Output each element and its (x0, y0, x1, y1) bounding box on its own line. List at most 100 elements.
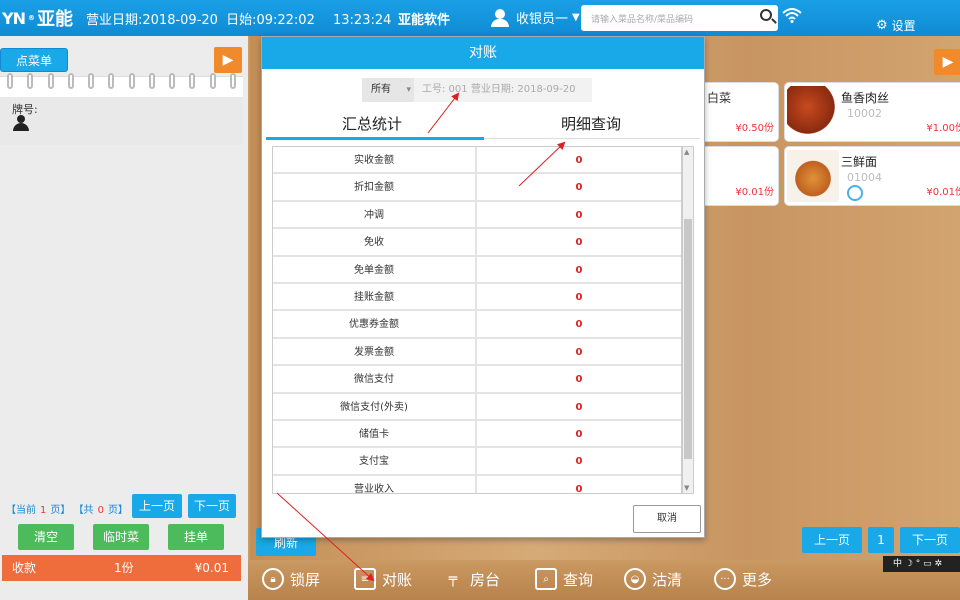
room-button[interactable]: ╤ 房台 (442, 568, 500, 590)
prev-page-button[interactable]: 上一页 (802, 527, 862, 553)
pager-total-prefix: 【共 (73, 505, 94, 516)
dish-price: ¥1.00份 (926, 123, 960, 134)
pager-info: 【当前 1 页】 【共 0 页】 (6, 501, 128, 516)
clock: 13:23:24 (333, 13, 392, 28)
bottom-toolbar: 🔒︎ 锁屏 ≡ 对账 ╤ 房台 ⌕ 查询 ◒ 沽清 ··· 更多 (248, 562, 960, 600)
more-label: 更多 (742, 570, 773, 589)
pager-total-unit: 页】 (107, 505, 128, 516)
order-menu-button[interactable]: 点菜单 (0, 48, 68, 72)
prev-page-button[interactable]: 上一页 (132, 494, 182, 518)
tab-summary[interactable]: 汇总统计 (342, 113, 402, 134)
dish-price: ¥0.01份 (926, 187, 960, 198)
dish-price: ¥0.50份 (735, 123, 774, 134)
ring-icon (128, 73, 135, 89)
hang-order-button[interactable]: 挂单 (168, 524, 224, 550)
dish-card[interactable]: 鱼香肉丝 10002 ¥1.00份 (784, 82, 960, 142)
row-value: 0 (575, 209, 583, 221)
search-placeholder: 请输入菜品名称/菜品编码 (591, 15, 694, 25)
row-value: 0 (575, 182, 583, 194)
table-row: 营业收入 0 (273, 475, 681, 493)
ring-icon (7, 73, 14, 89)
row-value: 0 (575, 401, 583, 413)
ring-icon (88, 73, 95, 89)
dish-cover-icon: ◒ (624, 568, 646, 590)
dish-name: 三鲜面 (841, 155, 878, 169)
collect-payment-button[interactable]: 收款 1份 ¥0.01 (2, 555, 241, 581)
row-value: 0 (575, 374, 583, 386)
ring-icon (47, 73, 54, 89)
app-logo: YN ® 亚能 (2, 5, 73, 31)
next-page-button[interactable]: 下一页 (900, 527, 960, 553)
wifi-icon (782, 7, 802, 27)
ring-icon (209, 73, 216, 89)
more-icon: ··· (714, 568, 736, 590)
row-value: 0 (575, 291, 583, 303)
dish-card[interactable]: 白菜 ¥0.50份 (705, 82, 779, 142)
expand-arrow-icon[interactable]: ▶ (214, 47, 242, 73)
search-icon[interactable] (760, 9, 772, 21)
table-row: 折扣金额 0 (273, 174, 681, 202)
collect-qty: 1份 (114, 561, 134, 575)
temp-dish-button[interactable]: 临时菜 (93, 524, 149, 550)
reconcile-dialog: 对账 所有 工号: 001 营业日期: 2018-09-20 汇总统计 明细查询… (261, 36, 705, 538)
pager-total: 0 (97, 505, 104, 516)
dish-image (787, 86, 839, 138)
row-label: 营业收入 (273, 475, 477, 493)
sold-out-button[interactable]: ◒ 沽清 (624, 568, 682, 590)
ring-icon (108, 73, 115, 89)
row-label: 免收 (273, 229, 477, 255)
scroll-down-icon[interactable]: ▼ (684, 484, 689, 492)
start-time: 日始:09:22:02 (226, 13, 315, 28)
table-row: 实收金额 0 (273, 147, 681, 175)
logo-text: 亚能 (36, 9, 73, 30)
table-row: 微信支付 0 (273, 366, 681, 394)
table-row: 发票金额 0 (273, 338, 681, 367)
expand-arrow-icon[interactable]: ▶ (934, 49, 960, 75)
reconcile-label: 对账 (382, 570, 413, 589)
table-row: 优惠券金额 0 (273, 311, 681, 339)
pager-current: 1 (40, 505, 47, 516)
clear-button[interactable]: 清空 (18, 524, 74, 550)
person-icon (13, 115, 29, 131)
row-label: 微信支付 (273, 366, 477, 392)
scroll-thumb[interactable] (684, 219, 692, 459)
active-tab-indicator (266, 137, 484, 140)
table-row: 挂账金额 0 (273, 283, 681, 312)
more-button[interactable]: ··· 更多 (714, 568, 772, 590)
row-value: 0 (575, 428, 583, 440)
cancel-button[interactable]: 取消 (633, 505, 701, 533)
user-icon (490, 8, 510, 27)
search-input[interactable]: 请输入菜品名称/菜品编码 (581, 5, 778, 31)
scope-select[interactable]: 所有 (362, 78, 414, 102)
lock-label: 锁屏 (290, 570, 321, 589)
clean-label: 沽清 (652, 570, 683, 589)
tab-detail[interactable]: 明细查询 (561, 113, 621, 134)
row-label: 实收金额 (273, 147, 477, 173)
row-label: 微信支付(外卖) (273, 393, 477, 419)
ime-tray[interactable]: 中 ☽ ° ▭ ✲ (883, 556, 960, 572)
lock-screen-button[interactable]: 🔒︎ 锁屏 (262, 568, 320, 590)
dish-name: 白菜 (707, 91, 732, 105)
chevron-down-icon: ▼ (572, 12, 580, 23)
trademark-icon: ® (27, 14, 35, 22)
scroll-up-icon[interactable]: ▲ (684, 148, 689, 156)
dish-card[interactable]: 三鲜面 01004 ¥0.01份 (784, 146, 960, 206)
gear-icon: ⚙ (876, 18, 888, 33)
staff-date-field[interactable]: 工号: 001 营业日期: 2018-09-20 (414, 78, 592, 102)
top-bar: YN ® 亚能 营业日期:2018-09-20 日始:09:22:02 13:2… (0, 0, 960, 36)
cashier-menu[interactable]: 收银员一 ▼ (490, 8, 580, 27)
add-dish-icon[interactable] (847, 185, 863, 201)
query-button[interactable]: ⌕ 查询 (535, 568, 593, 590)
dialog-title: 对账 (262, 37, 704, 69)
next-page-button[interactable]: 下一页 (188, 494, 236, 518)
cashier-name: 收银员一 (516, 12, 569, 27)
table-scrollbar[interactable]: ▲ ▼ (682, 146, 694, 494)
settings-button[interactable]: ⚙ 设置 (876, 17, 916, 34)
business-date: 营业日期:2018-09-20 (86, 13, 218, 28)
table-row: 免单金额 0 (273, 256, 681, 284)
reconcile-button[interactable]: ≡ 对账 (354, 568, 412, 590)
dish-card[interactable]: ¥0.01份 (705, 146, 779, 206)
page-number: 1 (868, 527, 894, 553)
row-label: 折扣金额 (273, 174, 477, 200)
row-value: 0 (575, 237, 583, 249)
